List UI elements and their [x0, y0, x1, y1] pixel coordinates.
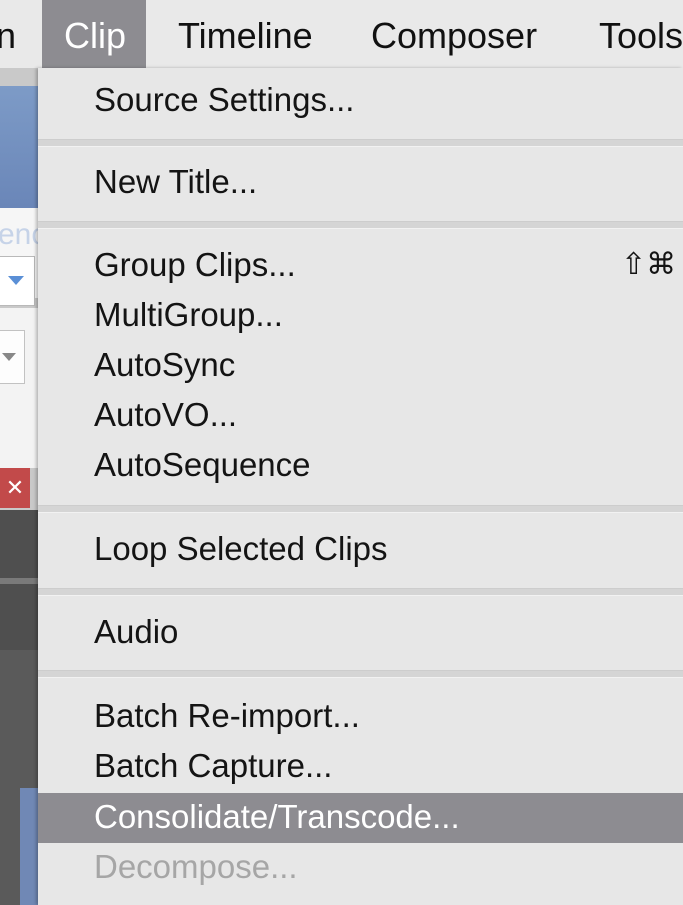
menu-item-batch-reimport[interactable]: Batch Re-import... [38, 692, 683, 740]
background-blue-panel [0, 86, 38, 208]
chevron-down-icon [2, 353, 16, 361]
menu-item-label: Batch Capture... [94, 747, 333, 784]
menu-item-label: MultiGroup... [94, 296, 283, 333]
menubar-item-clip[interactable]: Clip [42, 0, 147, 68]
menu-item-label: Source Settings... [94, 81, 355, 118]
menu-item-label: New Title... [94, 163, 258, 200]
menu-item-label: Decompose... [94, 848, 298, 885]
menu-item-batch-capture[interactable]: Batch Capture... [38, 742, 683, 790]
menu-item-autosync[interactable]: AutoSync [38, 341, 683, 389]
menu-item-label: Audio [94, 613, 179, 650]
menu-item-new-title[interactable]: New Title... [38, 158, 683, 206]
menubar-item-tools[interactable]: Tools [599, 0, 683, 68]
menu-item-label: Consolidate/Transcode... [94, 798, 460, 835]
divider [0, 578, 38, 584]
menu-item-label: Batch Re-import... [94, 697, 360, 734]
menu-separator [38, 139, 683, 147]
menu-item-autosequence[interactable]: AutoSequence [38, 441, 683, 489]
menu-item-label: Loop Selected Clips [94, 530, 388, 567]
menubar-item-timeline[interactable]: Timeline [178, 0, 313, 68]
menubar-item-composer[interactable]: Composer [371, 0, 537, 68]
close-icon: ✕ [0, 468, 30, 508]
menu-item-consolidate-transcode[interactable]: Consolidate/Transcode... [38, 793, 683, 843]
menu-item-label: AutoVO... [94, 396, 238, 433]
background-blue-panel [20, 788, 38, 905]
keyboard-shortcut: ⇧⌘ [621, 248, 677, 281]
menu-item-source-settings[interactable]: Source Settings... [38, 76, 683, 124]
background-app-window: enc ✕ [0, 68, 38, 905]
menu-item-audio[interactable]: Audio [38, 608, 683, 656]
clip-dropdown-menu: Source Settings... New Title... Group Cl… [38, 68, 683, 905]
menu-item-label: AutoSequence [94, 446, 311, 483]
menubar-item-partial[interactable]: n [0, 0, 16, 68]
menu-item-autovo[interactable]: AutoVO... [38, 391, 683, 439]
menu-bar: n Clip Timeline Composer Tools [0, 0, 683, 69]
background-partial-label: enc [0, 218, 38, 251]
menu-separator [38, 588, 683, 596]
menu-item-loop-selected-clips[interactable]: Loop Selected Clips [38, 525, 683, 573]
menu-item-decompose: Decompose... [38, 843, 683, 891]
menu-item-label: Group Clips... [94, 246, 296, 283]
menu-item-label: AutoSync [94, 346, 236, 383]
menu-item-multigroup[interactable]: MultiGroup... [38, 291, 683, 339]
menu-item-group-clips[interactable]: Group Clips... ⇧⌘ [38, 241, 683, 289]
menu-separator [38, 505, 683, 513]
chevron-down-icon [8, 276, 24, 285]
menu-separator [38, 670, 683, 678]
menu-separator [38, 221, 683, 229]
